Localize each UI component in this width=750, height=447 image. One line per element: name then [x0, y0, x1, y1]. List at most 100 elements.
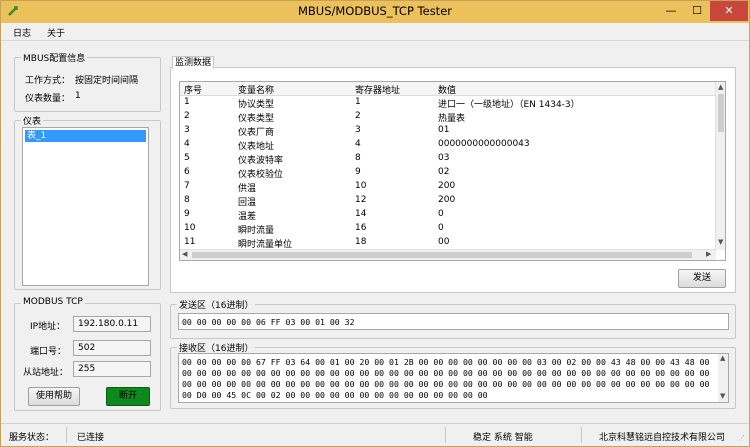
disconnect-button[interactable]: 断开	[106, 387, 150, 406]
menu-about[interactable]: 关于	[47, 26, 65, 39]
title-bar[interactable]: MBUS/MODBUS_TCP Tester — ☐ ✕	[1, 1, 749, 23]
col-header-name: 变量名称	[238, 86, 275, 96]
cell-address: 14	[355, 208, 367, 219]
resize-grip-icon[interactable]: ⋰	[738, 434, 745, 442]
port-field[interactable]: 502	[73, 340, 151, 356]
modbus-title: MODBUS TCP	[21, 297, 85, 307]
cell-address: 18	[355, 236, 367, 247]
receive-vscroll[interactable]: ▲ ▼	[718, 354, 728, 402]
table-row[interactable]: 9 温差 14 0	[180, 208, 716, 222]
close-button[interactable]: ✕	[710, 1, 748, 21]
cell-name: 瞬时流量单位	[238, 239, 293, 250]
send-button[interactable]: 发送	[678, 269, 726, 288]
table-row[interactable]: 8 回温 12 200	[180, 194, 716, 208]
cell-value: 0	[438, 222, 444, 233]
slave-field[interactable]: 255	[73, 361, 151, 377]
scroll-up-icon[interactable]: ▲	[718, 83, 723, 91]
ip-label: IP地址：	[30, 322, 66, 332]
col-header-value: 数值	[438, 86, 457, 96]
cell-index: 5	[184, 152, 190, 163]
status-separator	[581, 427, 582, 443]
table-vscroll[interactable]: ▲ ▼	[715, 82, 725, 250]
status-bar: 服务状态： 已连接 稳定 系统 智能 北京科慧铭远自控技术有限公司 ⋰	[1, 423, 749, 446]
cell-name: 协议类型	[238, 99, 275, 110]
status-separator	[66, 427, 67, 443]
cell-name: 仪表校验位	[238, 169, 284, 180]
cell-index: 11	[184, 236, 196, 247]
menu-log[interactable]: 日志	[13, 26, 31, 39]
scroll-left-icon[interactable]: ◀	[182, 250, 187, 258]
count-label: 仪表数量：	[25, 94, 71, 104]
table-row[interactable]: 6 仪表校验位 9 02	[180, 166, 716, 180]
monitor-table[interactable]: 序号 变量名称 寄存器地址 数值 1 协议类型 1 进口一（一级地址）（EN 1434…	[179, 81, 726, 261]
cell-index: 1	[184, 96, 190, 107]
status-separator	[445, 427, 446, 443]
cell-address: 1	[355, 96, 361, 107]
cell-value: 200	[438, 194, 456, 205]
cell-index: 2	[184, 110, 190, 121]
cell-index: 8	[184, 194, 190, 205]
cell-value: 03	[438, 152, 450, 163]
ip-field[interactable]: 192.180.0.11	[73, 316, 151, 332]
table-row[interactable]: 2 仪表类型 2 热量表	[180, 110, 716, 124]
cell-value: 热量表	[438, 113, 466, 124]
cell-value: 00	[438, 236, 450, 247]
table-row[interactable]: 10 瞬时流量 16 0	[180, 222, 716, 236]
table-row[interactable]: 5 仪表波特率 8 03	[180, 152, 716, 166]
cell-value: 0	[438, 208, 444, 219]
service-status-value: 已连接	[77, 433, 105, 443]
cell-name: 温差	[238, 211, 257, 222]
status-slogan: 稳定 系统 智能	[473, 433, 533, 443]
cell-value: 进口一（一级地址）（EN 1434-3）	[438, 99, 580, 110]
meter-list[interactable]: 表_1	[22, 127, 149, 286]
table-row[interactable]: 1 协议类型 1 进口一（一级地址）（EN 1434-3）	[180, 96, 716, 110]
company-name: 北京科慧铭远自控技术有限公司	[599, 433, 726, 443]
receive-scroll-up-icon[interactable]: ▲	[720, 354, 725, 362]
cell-index: 3	[184, 124, 190, 135]
hscroll-thumb[interactable]	[192, 252, 692, 258]
meter-list-item[interactable]: 表_1	[25, 130, 146, 142]
minimize-button[interactable]: —	[658, 1, 684, 21]
help-button[interactable]: 使用帮助	[28, 387, 80, 406]
mode-label: 工作方式：	[25, 76, 71, 86]
cell-index: 9	[184, 208, 190, 219]
receive-output[interactable]: 00 00 00 00 00 67 FF 03 64 00 01 00 20 0…	[178, 353, 729, 403]
tab-monitor[interactable]: 监测数据	[172, 56, 214, 69]
scroll-down-icon[interactable]: ▼	[718, 238, 723, 246]
table-row[interactable]: 4 仪表地址 4 0000000000000043	[180, 138, 716, 152]
cell-value: 200	[438, 180, 456, 191]
cell-name: 瞬时流量	[238, 225, 275, 236]
cell-address: 3	[355, 124, 361, 135]
window-title: MBUS/MODBUS_TCP Tester	[297, 4, 452, 18]
app-window: MBUS/MODBUS_TCP Tester — ☐ ✕ 日志 关于 MBUS配…	[0, 0, 750, 447]
receive-scroll-down-icon[interactable]: ▼	[720, 392, 725, 400]
scroll-right-icon[interactable]: ▶	[706, 250, 711, 258]
cell-name: 仪表类型	[238, 113, 275, 124]
send-input[interactable]: 00 00 00 00 00 06 FF 03 00 01 00 32	[178, 313, 729, 330]
cell-name: 供温	[238, 183, 257, 194]
cell-address: 10	[355, 180, 367, 191]
meters-title: 仪表	[21, 114, 44, 127]
table-row[interactable]: 11 瞬时流量单位 18 00	[180, 236, 716, 250]
cell-name: 回温	[238, 197, 257, 208]
service-status-label: 服务状态：	[9, 433, 55, 443]
cell-address: 9	[355, 166, 361, 177]
table-hscroll[interactable]: ◀ ▶	[180, 249, 716, 260]
cell-value: 02	[438, 166, 450, 177]
cell-value: 01	[438, 124, 450, 135]
cell-address: 4	[355, 138, 361, 149]
table-row[interactable]: 3 仪表厂商 3 01	[180, 124, 716, 138]
port-label: 端口号：	[30, 347, 67, 357]
table-row[interactable]: 7 供温 10 200	[180, 180, 716, 194]
col-header-address: 寄存器地址	[355, 86, 401, 96]
cell-address: 12	[355, 194, 367, 205]
cell-index: 4	[184, 138, 190, 149]
cell-index: 10	[184, 222, 196, 233]
cell-address: 16	[355, 222, 367, 233]
table-header: 序号 变量名称 寄存器地址 数值	[180, 82, 716, 96]
mbus-config-title: MBUS配置信息	[21, 51, 88, 64]
maximize-button[interactable]: ☐	[684, 1, 710, 21]
cell-name: 仪表厂商	[238, 127, 275, 138]
cell-name: 仪表波特率	[238, 155, 284, 166]
vscroll-thumb[interactable]	[718, 94, 724, 132]
